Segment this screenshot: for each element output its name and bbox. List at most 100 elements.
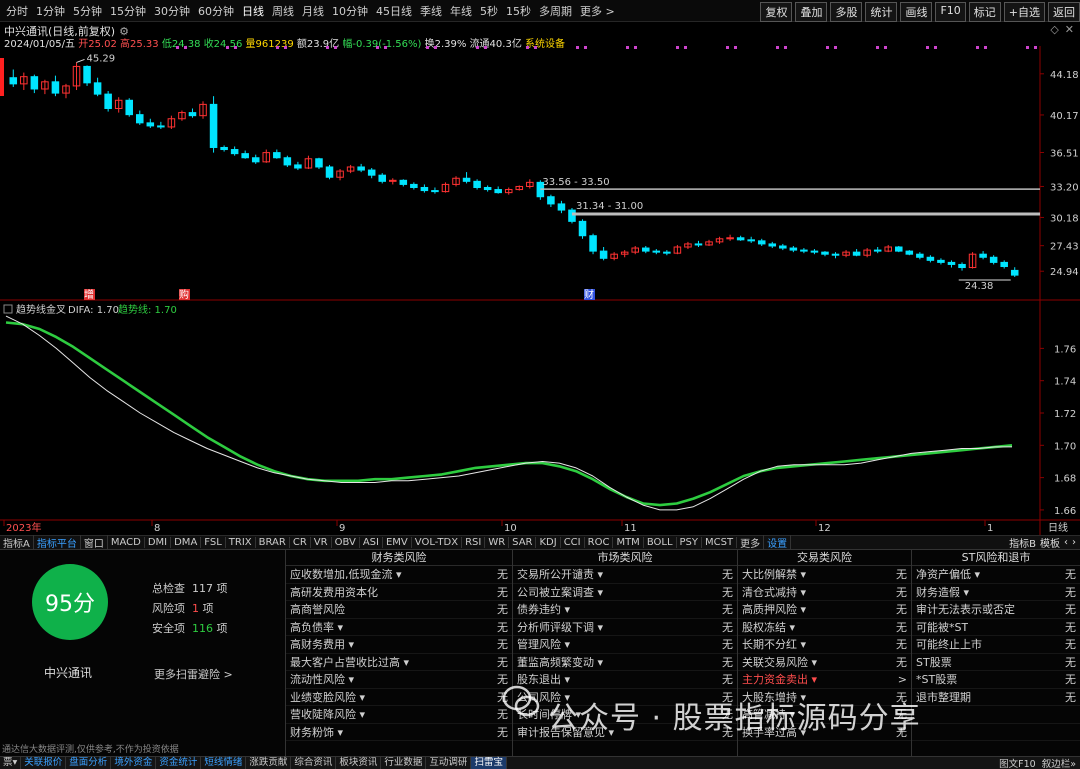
risk-row[interactable]: 债券违约 ▾ 无 <box>513 601 737 619</box>
indicator-tab-4[interactable]: DMI <box>145 537 172 548</box>
taskbar-item-6[interactable]: 涨跌贡献 <box>246 757 292 769</box>
risk-row[interactable]: 高质押风险 ▾ 无 <box>738 601 911 619</box>
indicator-tab-right-2[interactable]: ‹ <box>1064 537 1068 548</box>
risk-row[interactable]: 最大客户占营收比过高 ▾ 无 <box>286 654 512 671</box>
taskbar-item-11[interactable]: 扫雷宝 <box>471 757 507 769</box>
taskbar-item-5[interactable]: 短线情绪 <box>201 757 247 769</box>
risk-row[interactable]: 主力资金卖出 ▾ > <box>738 671 911 689</box>
indicator-tab-3[interactable]: MACD <box>108 537 145 548</box>
indicator-tab-0[interactable]: 指标A <box>0 535 34 550</box>
indicator-tab-2[interactable]: 窗口 <box>81 535 108 550</box>
indicator-tab-20[interactable]: ROC <box>585 537 614 548</box>
risk-row[interactable]: 可能终止上市 无 <box>912 636 1080 654</box>
risk-row[interactable]: ST股票 无 <box>912 654 1080 671</box>
risk-row[interactable] <box>912 706 1080 724</box>
risk-row[interactable]: 流动性风险 ▾ 无 <box>286 671 512 689</box>
risk-row[interactable]: 清仓式减持 ▾ 无 <box>738 584 911 601</box>
period-tab-5[interactable]: 60分钟 <box>198 3 234 19</box>
risk-row[interactable]: 股权冻结 ▾ 无 <box>738 619 911 636</box>
taskbar-item-7[interactable]: 综合资讯 <box>291 757 337 769</box>
indicator-tab-24[interactable]: MCST <box>702 537 738 548</box>
indicator-tab-9[interactable]: CR <box>290 537 311 548</box>
period-tab-1[interactable]: 1分钟 <box>36 3 65 19</box>
indicator-tab-7[interactable]: TRIX <box>226 537 256 548</box>
taskbar-item-4[interactable]: 资金统计 <box>156 757 202 769</box>
risk-row[interactable]: 高财务费用 ▾ 无 <box>286 636 512 654</box>
risk-row[interactable]: 交易所公开谴责 ▾ 无 <box>513 566 737 584</box>
period-tab-4[interactable]: 30分钟 <box>154 3 190 19</box>
risk-row[interactable]: 长期不分红 ▾ 无 <box>738 636 911 654</box>
tool-button-2[interactable]: 多股 <box>830 2 863 22</box>
indicator-tab-17[interactable]: SAR <box>509 537 537 548</box>
tool-button-6[interactable]: 标记 <box>968 2 1001 22</box>
risk-row[interactable]: 应收数增加,低现金流 ▾ 无 <box>286 566 512 584</box>
indicator-tab-21[interactable]: MTM <box>613 537 644 548</box>
period-tab-10[interactable]: 45日线 <box>376 3 412 19</box>
period-tab-11[interactable]: 季线 <box>420 3 442 19</box>
indicator-tab-16[interactable]: WR <box>485 537 510 548</box>
indicator-tab-26[interactable]: 设置 <box>764 535 792 550</box>
period-tab-12[interactable]: 年线 <box>450 3 472 19</box>
tool-button-5[interactable]: F10 <box>935 2 966 22</box>
indicator-tab-22[interactable]: BOLL <box>644 537 677 548</box>
diamond-icon[interactable]: ◇ <box>1050 23 1058 36</box>
period-tab-13[interactable]: 5秒 <box>480 3 498 19</box>
risk-row[interactable]: 审计无法表示或否定 无 <box>912 601 1080 619</box>
risk-row[interactable]: 净资产偏低 ▾ 无 <box>912 566 1080 584</box>
risk-row[interactable]: 业绩变脸风险 ▾ 无 <box>286 689 512 706</box>
indicator-tab-5[interactable]: DMA <box>171 537 202 548</box>
period-tab-14[interactable]: 15秒 <box>506 3 531 19</box>
period-tab-16[interactable]: 更多 > <box>580 3 615 19</box>
risk-row[interactable]: 董监高频繁变动 ▾ 无 <box>513 654 737 671</box>
tool-button-3[interactable]: 统计 <box>865 2 898 22</box>
risk-row[interactable]: 可能被*ST 无 <box>912 619 1080 636</box>
period-tab-6[interactable]: 日线 <box>242 3 264 19</box>
taskbar-item-10[interactable]: 互动调研 <box>426 757 472 769</box>
indicator-tab-14[interactable]: VOL-TDX <box>412 537 463 548</box>
tool-button-7[interactable]: +自选 <box>1003 2 1045 22</box>
indicator-tab-25[interactable]: 更多 <box>737 535 765 550</box>
close-icon[interactable]: ✕ <box>1065 23 1074 36</box>
period-tab-7[interactable]: 周线 <box>272 3 294 19</box>
tool-button-4[interactable]: 画线 <box>900 2 933 22</box>
risk-row[interactable]: 退市整理期 无 <box>912 689 1080 706</box>
taskbar-item-2[interactable]: 盘面分析 <box>66 757 112 769</box>
period-tab-0[interactable]: 分时 <box>6 3 28 19</box>
indicator-tab-right-3[interactable]: › <box>1072 537 1076 548</box>
price-chart[interactable]: 44.18 40.17 36.51 33.20 30.18 27.43 24.94 1.76 1… <box>0 46 1080 535</box>
period-tab-9[interactable]: 10分钟 <box>332 3 368 19</box>
indicator-tab-18[interactable]: KDJ <box>536 537 561 548</box>
taskbar-item-0[interactable]: 票▾ <box>0 757 22 769</box>
period-tab-15[interactable]: 多周期 <box>539 3 572 19</box>
tool-button-1[interactable]: 叠加 <box>795 2 828 22</box>
taskbar-item-9[interactable]: 行业数据 <box>381 757 427 769</box>
tool-button-8[interactable]: 返回 <box>1048 2 1080 22</box>
period-tab-2[interactable]: 5分钟 <box>73 3 102 19</box>
risk-row[interactable]: 高研发费用资本化 无 <box>286 584 512 601</box>
indicator-tab-10[interactable]: VR <box>311 537 332 548</box>
risk-row[interactable]: 营收陡降风险 ▾ 无 <box>286 706 512 724</box>
taskbar-item-8[interactable]: 板块资讯 <box>336 757 382 769</box>
indicator-tab-13[interactable]: EMV <box>383 537 412 548</box>
risk-row[interactable]: 关联交易风险 ▾ 无 <box>738 654 911 671</box>
indicator-tab-19[interactable]: CCI <box>561 537 585 548</box>
taskbar-right-0[interactable]: 图文F10 <box>999 756 1036 769</box>
indicator-tab-6[interactable]: FSL <box>201 537 226 548</box>
taskbar-item-1[interactable]: 关联报价 <box>21 757 67 769</box>
indicator-tab-8[interactable]: BRAR <box>256 537 290 548</box>
risk-row[interactable]: 管理风险 ▾ 无 <box>513 636 737 654</box>
taskbar-item-3[interactable]: 境外资金 <box>111 757 157 769</box>
period-tab-3[interactable]: 15分钟 <box>110 3 146 19</box>
risk-row[interactable]: 分析师评级下调 ▾ 无 <box>513 619 737 636</box>
period-tab-8[interactable]: 月线 <box>302 3 324 19</box>
indicator-tab-right-1[interactable]: 模板 <box>1040 535 1060 550</box>
indicator-tab-right-0[interactable]: 指标B <box>1009 535 1036 550</box>
indicator-tab-23[interactable]: PSY <box>677 537 703 548</box>
taskbar-right-1[interactable]: 叙边栏» <box>1042 756 1076 769</box>
risk-row[interactable]: 高负债率 ▾ 无 <box>286 619 512 636</box>
tool-button-0[interactable]: 复权 <box>760 2 793 22</box>
indicator-tab-12[interactable]: ASI <box>360 537 383 548</box>
indicator-tab-11[interactable]: OBV <box>332 537 360 548</box>
risk-row[interactable]: 财务粉饰 ▾ 无 <box>286 724 512 741</box>
indicator-tab-1[interactable]: 指标平台 <box>34 535 81 550</box>
